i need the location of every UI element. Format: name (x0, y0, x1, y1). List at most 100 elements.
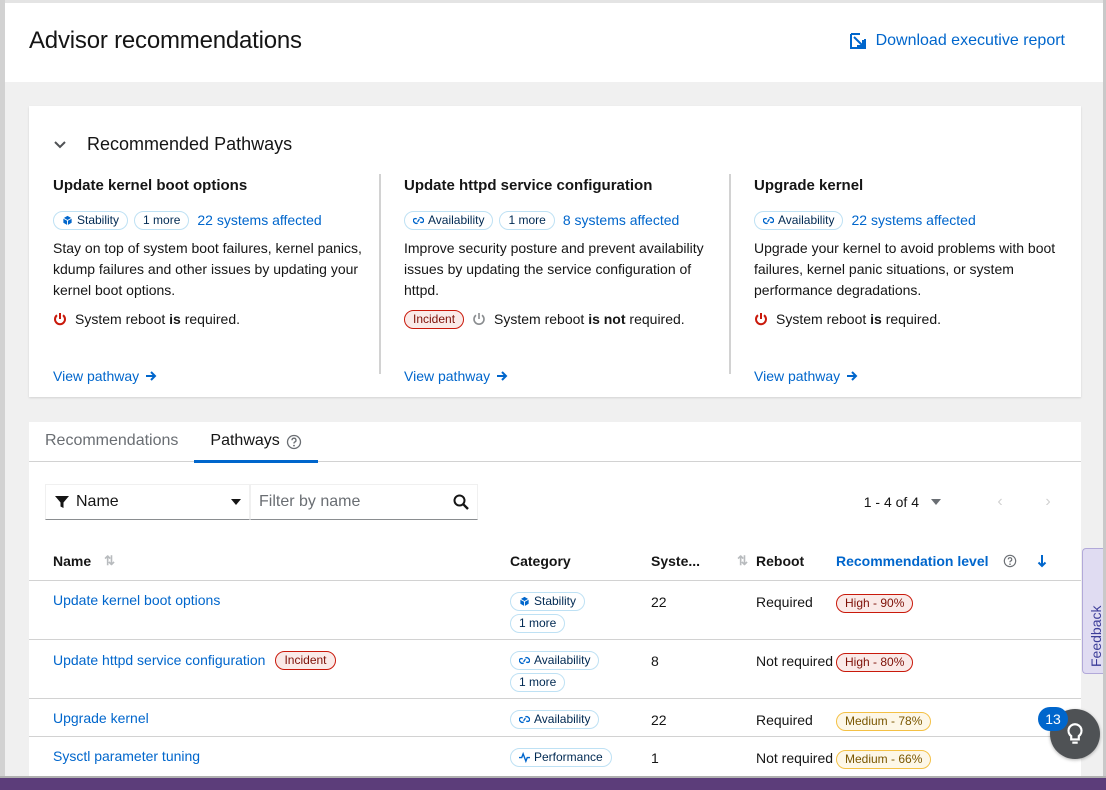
reboot-value: Required (756, 711, 813, 728)
systems-affected-link[interactable]: 22 systems affected (851, 212, 975, 228)
pathways-toggle[interactable]: Recommended Pathways (53, 134, 292, 155)
link-icon (763, 216, 774, 224)
previous-page-button[interactable]: ‹ (983, 493, 1017, 511)
arrow-right-icon (146, 371, 157, 381)
reboot-status: System reboot is required. (53, 309, 379, 329)
filter-toolbar: Name (45, 484, 478, 520)
feedback-label: Feedback (1088, 605, 1104, 667)
pagination-toggle[interactable]: 1 - 4 of 4 (864, 494, 941, 510)
systems-affected-link[interactable]: 8 systems affected (563, 212, 679, 228)
column-systems[interactable]: Syste... ⇅ (651, 542, 756, 581)
systems-count: 8 (651, 652, 659, 669)
systems-count: 1 (651, 749, 659, 766)
recommendation-level-label: High - 90% (836, 593, 914, 613)
download-icon (849, 33, 866, 49)
reboot-value: Not required (756, 652, 834, 669)
left-edge (0, 0, 5, 790)
power-icon (473, 313, 485, 325)
pathway-name-link[interactable]: Update kernel boot options (53, 592, 220, 608)
more-label[interactable]: 1 more (510, 613, 566, 633)
help-circle-icon[interactable] (286, 434, 302, 450)
link-icon (519, 656, 530, 664)
pathway-name-link[interactable]: Upgrade kernel (53, 710, 149, 726)
systems-count: 22 (651, 711, 667, 728)
column-recommendation-level[interactable]: Recommendation level (836, 542, 1081, 581)
filter-by-name-input[interactable] (259, 493, 439, 511)
help-circle-icon[interactable] (1003, 554, 1017, 568)
pathway-name-link[interactable]: Update httpd service configuration (53, 652, 265, 668)
tab-pathways[interactable]: Pathways (194, 422, 319, 463)
caret-down-icon (231, 499, 241, 505)
notification-badge: 13 (1038, 707, 1068, 731)
filter-type-select[interactable]: Name (45, 484, 250, 520)
power-icon (755, 313, 767, 326)
page-title: Advisor recommendations (29, 27, 302, 54)
download-executive-report-link[interactable]: Download executive report (849, 32, 1065, 50)
category-label: Stability (510, 591, 586, 611)
pathway-httpd: Update httpd service configuration Avail… (379, 174, 729, 384)
pulse-icon (519, 751, 530, 763)
more-label[interactable]: 1 more (134, 210, 190, 230)
sort-icon: ⇅ (104, 552, 115, 568)
link-icon (413, 216, 424, 224)
recommended-pathways-card: Recommended Pathways Update kernel boot … (29, 106, 1081, 397)
category-label: Availability (754, 210, 844, 230)
column-category: Category (510, 542, 651, 581)
pathway-description: Stay on top of system boot failures, ker… (53, 240, 362, 298)
sort-icon: ⇅ (737, 552, 748, 568)
view-pathway-link[interactable]: View pathway (404, 368, 508, 384)
tab-recommendations[interactable]: Recommendations (29, 422, 194, 462)
table-row: Upgrade kernel Availability 22 Required … (29, 698, 1081, 737)
tab-bar: Recommendations Pathways (29, 422, 1081, 463)
link-icon (519, 715, 530, 723)
arrow-right-icon (847, 371, 858, 381)
caret-down-icon (931, 499, 941, 505)
pathways-table: Name ⇅ Category Syste... ⇅ Reboot Recommen… (29, 542, 1081, 790)
pathway-description: Upgrade your kernel to avoid problems wi… (754, 240, 1056, 298)
table-row: Update httpd service configuration Incide… (29, 639, 1081, 699)
pathway-upgrade-kernel: Upgrade kernel Availability 22 systems a… (729, 174, 1059, 384)
category-label: Availability (510, 650, 600, 670)
category-label: Performance (510, 747, 612, 767)
pathway-title: Upgrade kernel (754, 177, 864, 194)
systems-affected-link[interactable]: 22 systems affected (197, 212, 321, 228)
next-page-button[interactable]: › (1031, 493, 1065, 511)
category-label: Availability (510, 709, 600, 729)
recommendation-level-label: Medium - 66% (836, 749, 932, 769)
cube-icon (63, 215, 72, 225)
incident-label: Incident (275, 650, 336, 670)
view-pathway-link[interactable]: View pathway (754, 368, 858, 384)
filter-by-name-field[interactable] (250, 484, 478, 520)
chevron-down-icon (53, 138, 67, 152)
pathway-title: Update httpd service configuration (404, 177, 653, 194)
arrow-right-icon (497, 371, 508, 381)
category-label: Availability (404, 210, 494, 230)
systems-count: 22 (651, 593, 667, 610)
column-name[interactable]: Name ⇅ (29, 542, 510, 581)
column-reboot: Reboot (756, 542, 836, 581)
more-label[interactable]: 1 more (510, 672, 566, 692)
search-icon[interactable] (453, 494, 469, 510)
pathway-description: Improve security posture and prevent ava… (404, 240, 704, 298)
download-label: Download executive report (875, 32, 1065, 49)
category-label: Stability (53, 210, 129, 230)
sort-down-icon (1037, 554, 1047, 568)
page-header: Advisor recommendations Download executi… (5, 3, 1103, 82)
pathway-title: Update kernel boot options (53, 177, 248, 194)
pagination: 1 - 4 of 4 ‹ › (864, 484, 1065, 520)
bottom-bar (0, 778, 1106, 790)
recommendation-level-label: High - 80% (836, 652, 914, 672)
incident-label: Incident (404, 309, 465, 329)
tabs-panel: Recommendations Pathways Name 1 - 4 of 4… (29, 422, 1081, 790)
pathway-name-link[interactable]: Sysctl parameter tuning (53, 748, 200, 764)
card-title: Recommended Pathways (87, 134, 293, 154)
pathway-kernel-boot: Update kernel boot options Stability 1 m… (53, 174, 379, 384)
view-pathway-link[interactable]: View pathway (53, 368, 157, 384)
reboot-value: Required (756, 593, 813, 610)
recommendation-level-label: Medium - 78% (836, 711, 932, 731)
reboot-status: Incident System reboot is not required. (404, 309, 729, 329)
reboot-status: System reboot is required. (754, 309, 1059, 329)
reboot-value: Not required (756, 749, 834, 766)
more-label[interactable]: 1 more (499, 210, 555, 230)
cube-icon (520, 596, 529, 606)
